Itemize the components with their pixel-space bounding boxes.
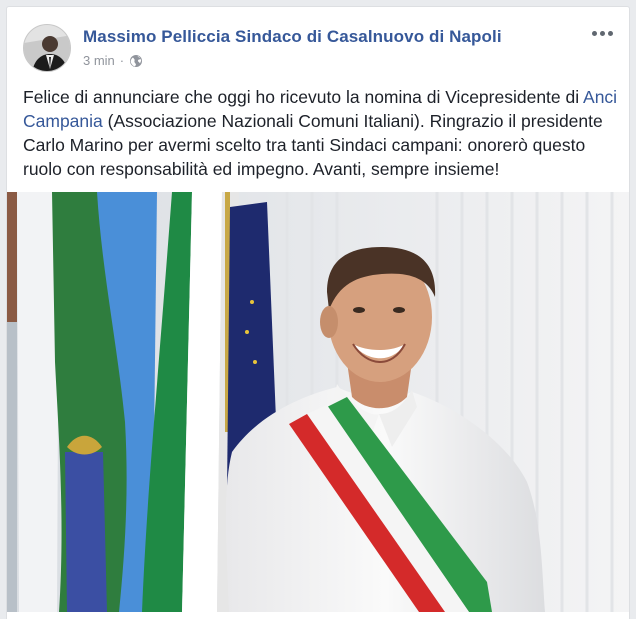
more-dot bbox=[600, 31, 605, 36]
post-card: Massimo Pelliccia Sindaco di Casalnuovo … bbox=[6, 6, 630, 619]
globe-icon[interactable] bbox=[129, 54, 143, 68]
author-avatar[interactable] bbox=[23, 24, 71, 72]
post-text-part1: Felice di annunciare che oggi ho ricevut… bbox=[23, 87, 584, 107]
more-options-icon[interactable] bbox=[588, 27, 617, 40]
avatar-photo bbox=[24, 25, 70, 71]
post-text: Felice di annunciare che oggi ho ricevut… bbox=[23, 85, 623, 181]
post-photo[interactable] bbox=[7, 192, 630, 612]
meta-separator: · bbox=[119, 53, 125, 68]
post-text-part2: (Associazione Nazionali Comuni Italiani)… bbox=[23, 111, 603, 179]
post-meta: 3 min · bbox=[83, 53, 143, 68]
post-timestamp[interactable]: 3 min bbox=[83, 53, 115, 68]
more-dot bbox=[592, 31, 597, 36]
author-name-link[interactable]: Massimo Pelliccia Sindaco di Casalnuovo … bbox=[83, 27, 502, 47]
more-dot bbox=[608, 31, 613, 36]
